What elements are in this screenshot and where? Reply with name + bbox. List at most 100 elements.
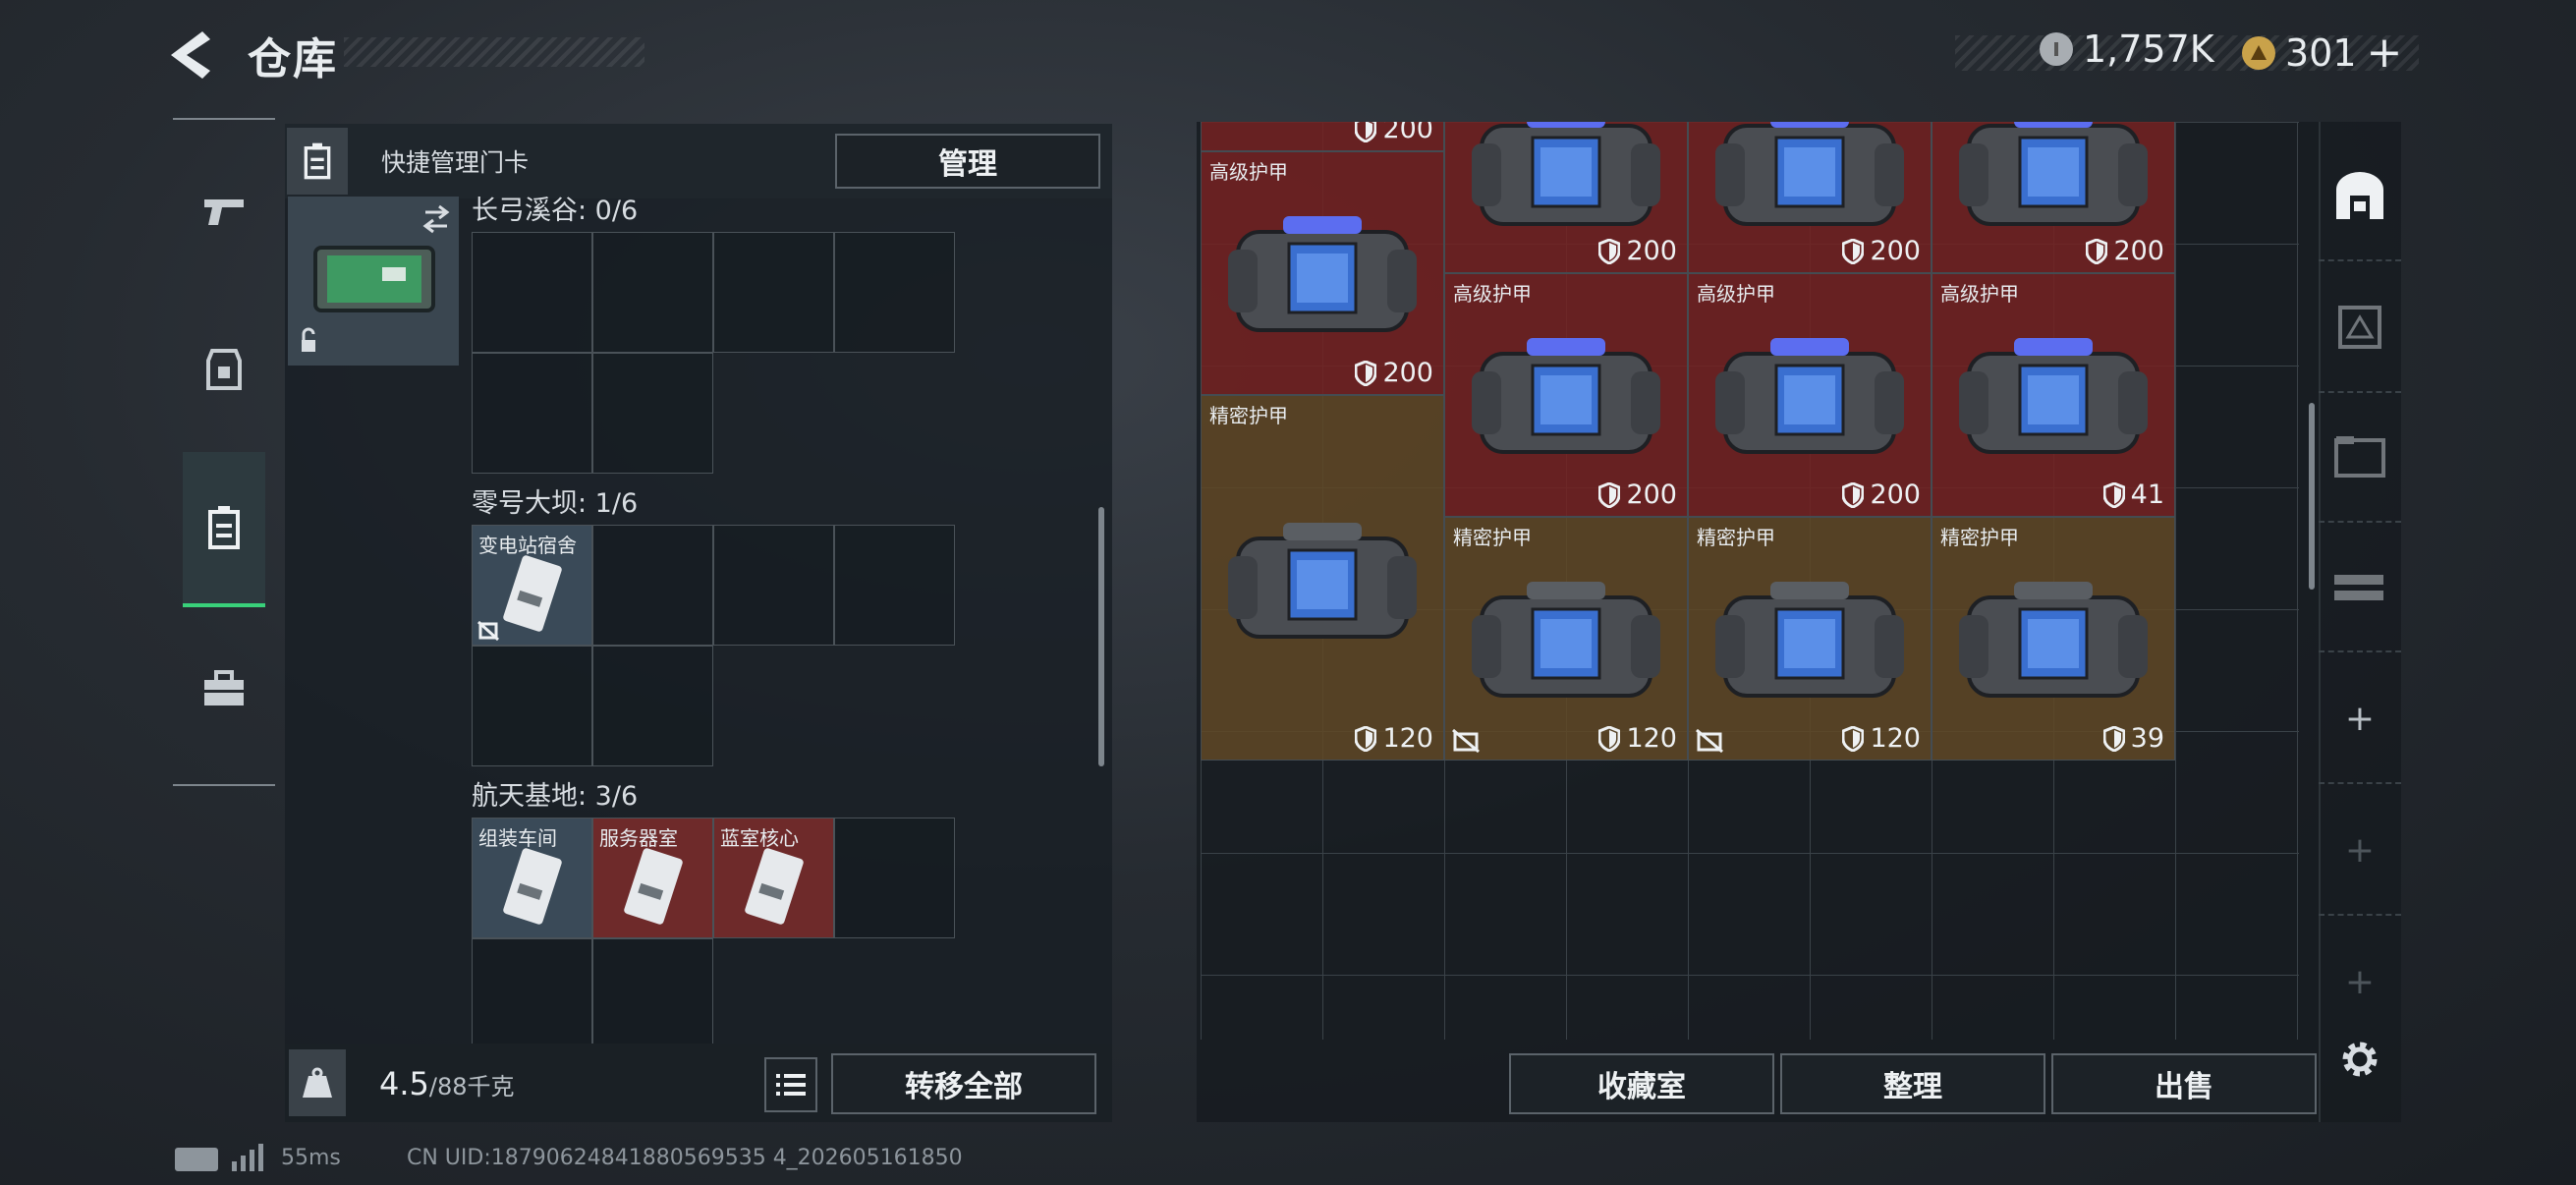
keycard-slot[interactable] (713, 525, 834, 646)
keycard-slot[interactable] (592, 646, 713, 766)
durability-value: 200 (1626, 236, 1677, 266)
keycard-slot[interactable] (834, 232, 955, 353)
armor-item[interactable]: 高级护甲 41 (1932, 273, 2175, 517)
keycard-small-icon (304, 142, 331, 180)
keycard-slot-filled[interactable]: 蓝室核心 (713, 818, 834, 938)
add-storage-button[interactable]: + (2319, 654, 2401, 784)
keycard-slot[interactable] (592, 525, 713, 646)
armor-bag-image (1472, 581, 1660, 698)
item-image-wrap (1955, 324, 2152, 476)
armor-bag-image (1228, 215, 1417, 332)
no-insure-icon (476, 620, 500, 642)
armor-bag-image (1959, 337, 2148, 454)
gold-amount: 301 (2285, 30, 2357, 75)
armor-item[interactable]: 高级护甲 200 (1688, 122, 1932, 273)
item-name: 高级护甲 (1209, 160, 1288, 184)
item-image-wrap (1955, 568, 2152, 719)
keycard-slot[interactable] (472, 646, 592, 766)
keycard-slot-filled[interactable]: 服务器室 (592, 818, 713, 938)
keycard-slot[interactable] (472, 353, 592, 474)
keycard-slot[interactable] (472, 232, 592, 353)
nav-toolbox[interactable] (183, 635, 265, 743)
keycard-slot-filled[interactable]: 变电站宿舍 (472, 525, 592, 646)
item-durability: 39 (2102, 723, 2164, 754)
left-scrollbar[interactable] (1098, 507, 1104, 766)
keycard-slot[interactable] (592, 353, 713, 474)
durability-value: 200 (1870, 480, 1921, 510)
item-name: 高级护甲 (1453, 282, 1532, 306)
shield-icon (1842, 238, 1865, 264)
item-image-wrap (1468, 122, 1664, 248)
nav-weapons[interactable] (183, 157, 265, 265)
shield-icon (1598, 238, 1621, 264)
keycard-case-image (302, 204, 450, 352)
item-name: 精密护甲 (1940, 526, 2019, 549)
collection-room-button[interactable]: 收藏室 (1509, 1053, 1774, 1114)
add-gold-button[interactable]: + (2367, 28, 2403, 78)
sort-button[interactable]: 整理 (1780, 1053, 2045, 1114)
armor-item[interactable]: 精密护甲 120 (1201, 395, 1444, 761)
armor-item[interactable]: 高级护甲 200 (1688, 273, 1932, 517)
durability-value: 120 (1870, 723, 1921, 754)
gold-currency[interactable]: 301 + (2242, 28, 2402, 78)
shield-icon (1355, 360, 1377, 386)
silver-coin-icon (2040, 32, 2073, 66)
back-button[interactable] (167, 28, 224, 83)
item-image-wrap (1468, 568, 1664, 719)
armor-bag-image (1472, 337, 1660, 454)
armor-item[interactable]: 高级护甲 200 (1932, 122, 2175, 273)
list-view-button[interactable] (764, 1057, 817, 1112)
armor-item[interactable]: 200 (1201, 122, 1444, 151)
toolbox-icon (204, 670, 244, 705)
item-image-wrap (1955, 122, 2152, 248)
keycard-icon (208, 506, 240, 549)
armor-item[interactable]: 高级护甲 200 (1444, 273, 1688, 517)
keycard-name: 蓝室核心 (720, 826, 799, 850)
add-storage-button-disabled-2: + (2344, 961, 2376, 1002)
durability-value: 200 (1382, 358, 1433, 388)
transfer-all-button[interactable]: 转移全部 (831, 1053, 1096, 1114)
weight-max: /88千克 (428, 1073, 515, 1100)
keycard-slot[interactable] (834, 818, 955, 938)
armor-item[interactable]: 精密护甲 120 (1444, 517, 1688, 761)
signal-icon (232, 1144, 263, 1171)
keycard-slot[interactable] (713, 232, 834, 353)
nav-armor[interactable] (183, 314, 265, 423)
keycard-slot[interactable] (834, 525, 955, 646)
item-durability: 200 (1842, 480, 1921, 510)
manage-button[interactable]: 管理 (835, 134, 1100, 189)
shield-icon (1355, 122, 1377, 142)
keycard-slot-filled[interactable]: 组装车间 (472, 818, 592, 938)
item-name: 精密护甲 (1209, 404, 1288, 427)
warehouse-tab-4[interactable] (2319, 523, 2401, 652)
right-scrollbar[interactable] (2309, 403, 2315, 590)
item-durability: 200 (1355, 122, 1433, 144)
keycard-slot[interactable] (472, 938, 592, 1059)
item-image-wrap (1224, 509, 1421, 660)
durability-value: 41 (2130, 480, 2164, 510)
keycard-slot[interactable] (592, 232, 713, 353)
settings-button[interactable] (2328, 1032, 2391, 1087)
armor-item[interactable]: 高级护甲 200 (1444, 122, 1688, 273)
warehouse-tab-1[interactable] (2319, 132, 2401, 261)
armor-item[interactable]: 精密护甲 39 (1932, 517, 2175, 761)
armor-item[interactable]: 精密护甲 120 (1688, 517, 1932, 761)
sell-button[interactable]: 出售 (2051, 1053, 2317, 1114)
keycard-case[interactable] (288, 197, 459, 366)
item-image-wrap (1711, 122, 1908, 248)
shield-icon (2102, 481, 2125, 508)
warehouse-tab-3[interactable] (2319, 393, 2401, 523)
item-durability: 120 (1842, 723, 1921, 754)
durability-value: 120 (1626, 723, 1677, 754)
unlock-icon (302, 327, 315, 340)
armor-bag-image (1959, 122, 2148, 227)
armor-item[interactable]: 高级护甲 200 (1201, 151, 1444, 395)
durability-value: 200 (2113, 236, 2164, 266)
armor-bag-image (1472, 122, 1660, 227)
keycard-manage-icon (287, 128, 348, 195)
shield-icon (1355, 725, 1377, 752)
warehouse-tab-2[interactable] (2319, 263, 2401, 393)
item-image-wrap (1711, 568, 1908, 719)
keycard-slot[interactable] (592, 938, 713, 1059)
item-image-wrap (1468, 324, 1664, 476)
